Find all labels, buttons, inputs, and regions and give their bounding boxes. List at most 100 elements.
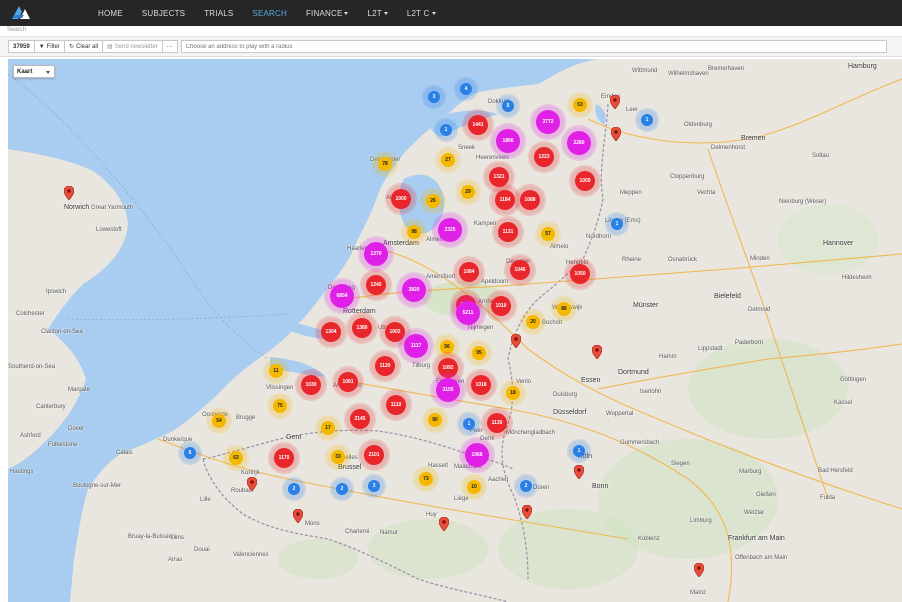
marker-cluster[interactable]: 2280 — [563, 127, 595, 159]
marker-cluster[interactable]: 33 — [327, 446, 349, 468]
cluster-count: 86 — [557, 302, 571, 316]
marker-cluster[interactable]: 1240 — [362, 271, 390, 299]
marker-cluster[interactable]: 3 — [364, 476, 384, 496]
marker-cluster[interactable]: 1380 — [348, 314, 376, 342]
map-pin-icon[interactable] — [610, 126, 622, 142]
marker-cluster[interactable]: 1441 — [464, 111, 492, 139]
map-pin-icon[interactable] — [246, 476, 258, 492]
marker-cluster[interactable]: 3772 — [532, 106, 564, 138]
marker-cluster[interactable]: 1304 — [317, 318, 345, 346]
marker-cluster[interactable]: 1 — [436, 120, 456, 140]
marker-cluster[interactable]: 1084 — [455, 258, 483, 286]
marker-cluster[interactable]: 1117 — [400, 330, 432, 362]
marker-cluster[interactable]: 6854 — [326, 280, 358, 312]
marker-cluster[interactable]: 2 — [284, 479, 304, 499]
marker-cluster[interactable]: 1018 — [467, 371, 495, 399]
clear-all-button[interactable]: ↻ Clear all — [63, 40, 104, 53]
marker-cluster[interactable]: 5 — [498, 96, 518, 116]
place-label: Kassel — [834, 400, 853, 406]
marker-cluster[interactable]: 17 — [317, 417, 339, 439]
marker-cluster[interactable]: 78 — [374, 153, 396, 175]
marker-cluster[interactable]: 1010 — [487, 292, 515, 320]
place-label: Liège — [454, 496, 469, 502]
marker-cluster[interactable]: 1 — [459, 414, 479, 434]
place-label: Wilhelmshaven — [668, 71, 709, 77]
map-pin-icon[interactable] — [573, 464, 585, 480]
marker-cluster[interactable]: 2 — [516, 476, 536, 496]
marker-cluster[interactable]: 95 — [468, 342, 490, 364]
marker-cluster[interactable]: 1 — [569, 441, 589, 461]
marker-cluster[interactable]: 2 — [332, 479, 352, 499]
cluster-count: 54 — [212, 414, 226, 428]
marker-cluster[interactable]: 1009 — [571, 167, 599, 195]
caret-down-icon — [46, 71, 50, 74]
marker-cluster[interactable]: 75 — [269, 395, 291, 417]
marker-cluster[interactable]: 53 — [569, 94, 591, 116]
map-pin-icon[interactable] — [609, 94, 621, 110]
marker-cluster[interactable]: 1184 — [491, 186, 519, 214]
map-pin-icon[interactable] — [438, 516, 450, 532]
marker-cluster[interactable]: 1068 — [461, 439, 493, 471]
marker-cluster[interactable]: 63 — [225, 447, 247, 469]
marker-cluster[interactable]: 1170 — [270, 444, 298, 472]
marker-cluster[interactable]: 73 — [415, 468, 437, 490]
nav-home[interactable]: HOME — [98, 9, 123, 18]
marker-cluster[interactable]: 27 — [437, 149, 459, 171]
nav-l2tc-dropdown[interactable]: L2T C — [407, 9, 436, 18]
marker-cluster[interactable]: 1110 — [382, 391, 410, 419]
marker-cluster[interactable]: 90 — [424, 409, 446, 431]
marker-cluster[interactable]: 1030 — [297, 371, 325, 399]
marker-cluster[interactable]: 20 — [522, 311, 544, 333]
map-canvas[interactable]: Kaart Hamburg Bremerhaven Wilhelmshaven Bre… — [8, 59, 902, 602]
map-pin-icon[interactable] — [591, 344, 603, 360]
marker-cluster[interactable]: 6 — [180, 443, 200, 463]
nav-finance-label: FINANCE — [305, 8, 343, 18]
marker-cluster[interactable]: 11 — [265, 360, 287, 382]
marker-cluster[interactable]: 1 — [637, 110, 657, 130]
marker-cluster[interactable]: 3820 — [398, 274, 430, 306]
marker-cluster[interactable]: 1866 — [492, 125, 524, 157]
map-pin-icon[interactable] — [510, 333, 522, 349]
nav-search[interactable]: SEARCH — [252, 9, 287, 18]
marker-cluster[interactable]: 1270 — [360, 238, 392, 270]
marker-cluster[interactable]: 1130 — [483, 409, 511, 437]
marker-cluster[interactable]: 57 — [537, 223, 559, 245]
marker-cluster[interactable]: 1120 — [371, 352, 399, 380]
marker-cluster[interactable]: 86 — [553, 298, 575, 320]
marker-cluster[interactable]: 10 — [463, 476, 485, 498]
marker-cluster[interactable]: 1050 — [566, 260, 594, 288]
marker-cluster[interactable]: 1 — [607, 214, 627, 234]
marker-cluster[interactable]: 1000 — [387, 185, 415, 213]
map-pin-icon[interactable] — [521, 504, 533, 520]
marker-cluster[interactable]: 98 — [403, 221, 425, 243]
map-pin-icon[interactable] — [63, 185, 75, 201]
nav-finance-dropdown[interactable]: FINANCE — [306, 9, 349, 18]
map-pin-icon[interactable] — [693, 562, 705, 578]
map-type-select[interactable]: Kaart — [13, 65, 55, 78]
marker-cluster[interactable]: 18 — [502, 382, 524, 404]
send-newsletter-button[interactable]: ▤ Send newsletter — [102, 40, 163, 53]
marker-cluster[interactable]: 1223 — [530, 143, 558, 171]
filter-button[interactable]: ▼ Filter — [33, 40, 65, 53]
marker-cluster[interactable]: 3 — [424, 87, 444, 107]
marker-cluster[interactable]: 1088 — [516, 186, 544, 214]
nav-trials[interactable]: TRIALS — [204, 9, 233, 18]
nav-subjects[interactable]: SUBJECTS — [142, 9, 185, 18]
marker-cluster[interactable]: 2325 — [434, 214, 466, 246]
marker-cluster[interactable]: 29 — [457, 181, 479, 203]
address-radius-input[interactable] — [180, 40, 887, 53]
marker-cluster[interactable]: 54 — [208, 410, 230, 432]
marker-cluster[interactable]: 1046 — [506, 256, 534, 284]
map-pin-icon[interactable] — [292, 508, 304, 524]
app-logo-icon[interactable] — [6, 0, 36, 26]
marker-cluster[interactable]: 1081 — [334, 368, 362, 396]
nav-l2t-dropdown[interactable]: L2T — [367, 9, 388, 18]
marker-cluster[interactable]: 2145 — [346, 405, 374, 433]
marker-cluster[interactable]: 26 — [422, 190, 444, 212]
marker-cluster[interactable]: 3155 — [432, 374, 464, 406]
marker-cluster[interactable]: 2101 — [360, 441, 388, 469]
more-options-button[interactable]: ··· — [161, 40, 178, 53]
marker-cluster[interactable]: 5211 — [452, 297, 484, 329]
marker-cluster[interactable]: 1131 — [494, 218, 522, 246]
marker-cluster[interactable]: 4 — [456, 79, 476, 99]
